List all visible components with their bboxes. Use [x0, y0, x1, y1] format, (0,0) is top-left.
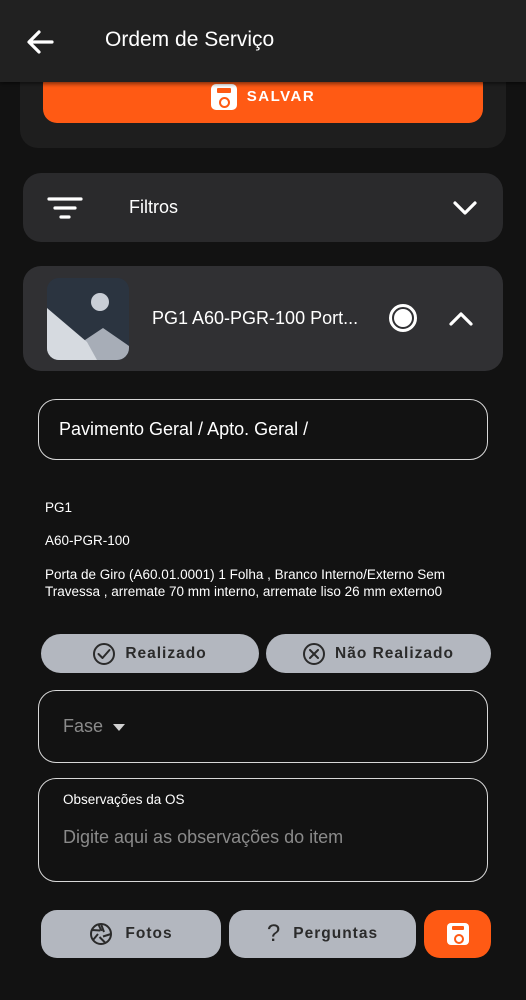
photos-button-label: Fotos — [125, 925, 173, 942]
chevron-down-icon[interactable] — [451, 195, 479, 221]
back-arrow-icon[interactable] — [22, 24, 58, 60]
done-button-label: Realizado — [125, 644, 207, 662]
question-mark-icon: ? — [266, 920, 282, 947]
cancel-circle-icon — [303, 642, 326, 665]
observations-field[interactable]: Observações da OS Digite aqui as observa… — [38, 778, 488, 882]
item-title: PG1 A60-PGR-100 Port... — [152, 308, 359, 328]
filter-icon — [47, 197, 83, 219]
caret-down-icon — [113, 724, 126, 731]
done-button[interactable]: Realizado — [41, 634, 259, 673]
item-reference: A60-PGR-100 — [45, 533, 130, 548]
save-small-button[interactable] — [424, 910, 491, 958]
questions-button-label: Perguntas — [293, 925, 379, 942]
service-item-card[interactable]: PG1 A60-PGR-100 Port... — [23, 266, 503, 371]
observations-placeholder: Digite aqui as observações do item — [63, 827, 344, 847]
filters-panel[interactable]: Filtros — [23, 173, 503, 242]
not-done-button[interactable]: Não Realizado — [266, 634, 491, 673]
filters-label: Filtros — [129, 197, 178, 217]
questions-button[interactable]: ? Perguntas — [229, 910, 416, 958]
save-icon — [446, 923, 469, 945]
radio-selected-icon[interactable] — [389, 304, 417, 332]
not-done-button-label: Não Realizado — [335, 644, 454, 662]
check-circle-icon — [93, 642, 116, 665]
location-path-field: Pavimento Geral / Apto. Geral / — [38, 399, 488, 460]
page-title: Ordem de Serviço — [105, 28, 275, 51]
chevron-up-icon[interactable] — [447, 306, 475, 332]
save-icon — [210, 83, 237, 110]
save-button-label: SALVAR — [246, 88, 316, 105]
camera-aperture-icon — [90, 923, 113, 945]
phase-dropdown[interactable]: Fase — [38, 690, 488, 763]
app-bar: Ordem de Serviço — [0, 0, 526, 82]
observations-label: Observações da OS — [63, 792, 185, 807]
photos-button[interactable]: Fotos — [41, 910, 221, 958]
item-description: Porta de Giro (A60.01.0001) 1 Folha , Br… — [45, 567, 445, 599]
bottom-bar — [0, 974, 526, 1000]
image-placeholder-icon[interactable] — [47, 278, 129, 360]
phase-placeholder: Fase — [63, 716, 104, 736]
item-code: PG1 — [45, 500, 73, 515]
